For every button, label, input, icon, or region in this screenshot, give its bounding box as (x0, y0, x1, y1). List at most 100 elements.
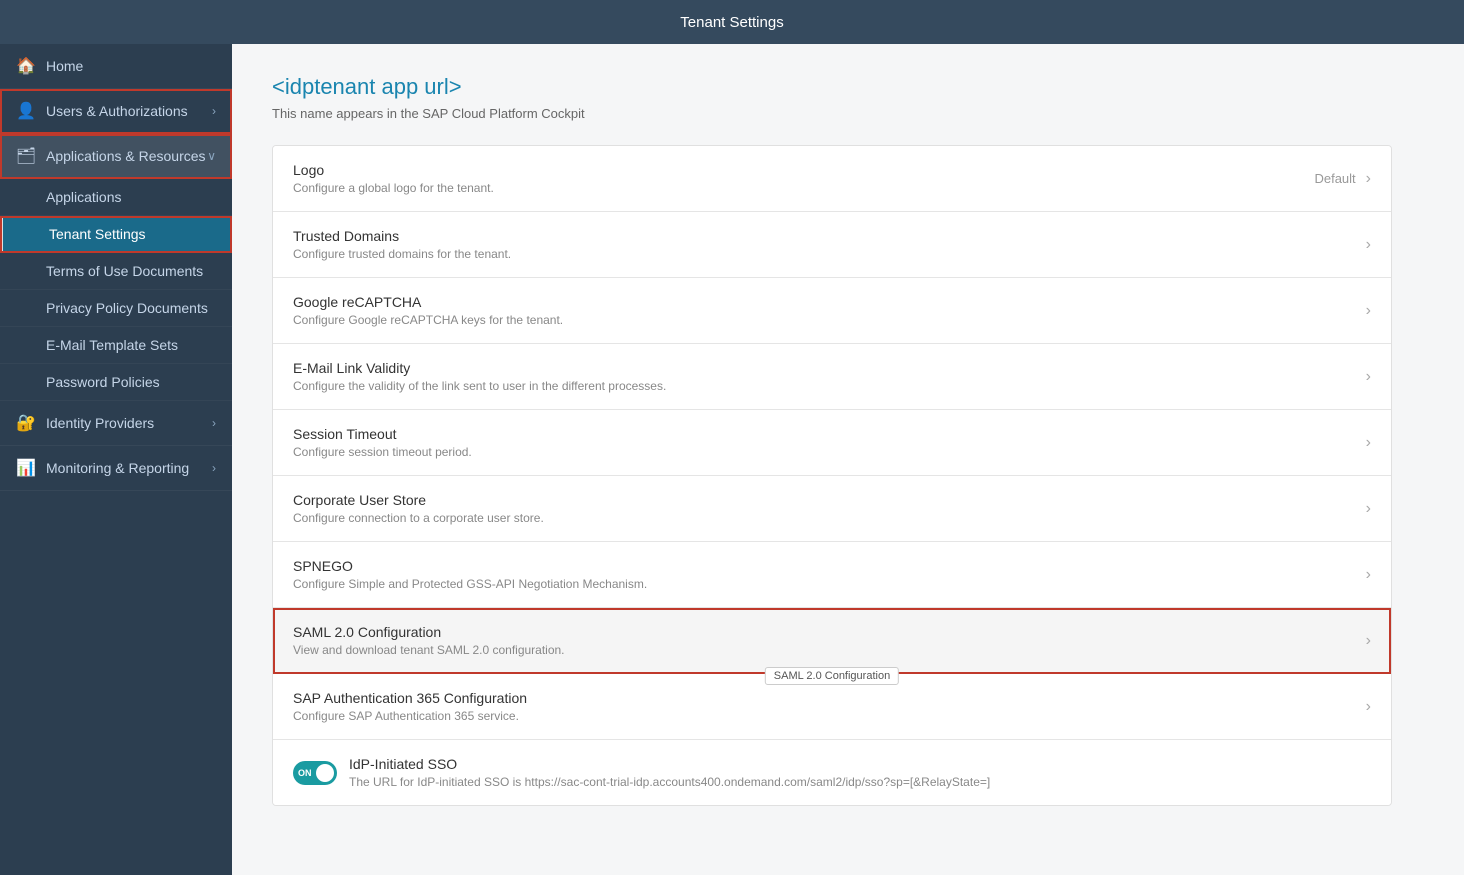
settings-row-spnego-desc: Configure Simple and Protected GSS-API N… (293, 577, 1366, 591)
sidebar-identity-label: Identity Providers (46, 415, 154, 431)
settings-row-session-content: Session Timeout Configure session timeou… (293, 426, 1366, 459)
main-layout: 🏠 Home 👤 Users & Authorizations › 🗂 Appl… (0, 44, 1464, 875)
chevron-right-icon-2: › (212, 416, 216, 430)
chevron-down-icon: ∨ (207, 149, 216, 163)
sidebar-subitem-terms-label: Terms of Use Documents (46, 263, 203, 279)
toggle-knob (316, 764, 334, 782)
settings-row-corporate-content: Corporate User Store Configure connectio… (293, 492, 1366, 525)
sidebar-subitem-privacy-policy[interactable]: Privacy Policy Documents (0, 290, 232, 327)
settings-row-trusted-right: › (1366, 236, 1371, 254)
settings-row-recaptcha-desc: Configure Google reCAPTCHA keys for the … (293, 313, 1366, 327)
toggle-row-idp-sso: ON IdP-Initiated SSO The URL for IdP-ini… (273, 740, 1391, 805)
page-subtitle: This name appears in the SAP Cloud Platf… (272, 106, 1392, 121)
chevron-right-icon: › (212, 104, 216, 118)
chevron-right-spnego: › (1366, 566, 1371, 584)
chevron-right-saml: › (1366, 632, 1371, 650)
settings-row-recaptcha[interactable]: Google reCAPTCHA Configure Google reCAPT… (273, 278, 1391, 344)
idp-sso-toggle[interactable]: ON (293, 761, 337, 785)
settings-row-spnego[interactable]: SPNEGO Configure Simple and Protected GS… (273, 542, 1391, 608)
sidebar-subitem-password-policies[interactable]: Password Policies (0, 364, 232, 401)
chevron-right-icon-3: › (212, 461, 216, 475)
sidebar-users-label: Users & Authorizations (46, 103, 188, 119)
sidebar-subitem-email-template[interactable]: E-Mail Template Sets (0, 327, 232, 364)
chevron-right-recaptcha: › (1366, 302, 1371, 320)
top-header: Tenant Settings (0, 0, 1464, 44)
settings-row-email-desc: Configure the validity of the link sent … (293, 379, 1366, 393)
settings-row-saml-desc: View and download tenant SAML 2.0 config… (293, 643, 1366, 657)
settings-row-corporate-desc: Configure connection to a corporate user… (293, 511, 1366, 525)
chevron-right-logo: › (1366, 170, 1371, 188)
sidebar-item-users-authorizations[interactable]: 👤 Users & Authorizations › (0, 89, 232, 134)
toggle-idp-title: IdP-Initiated SSO (349, 756, 1371, 772)
sidebar-subitem-tenant-settings[interactable]: Tenant Settings (0, 216, 232, 253)
sidebar-subitem-applications[interactable]: Applications (0, 179, 232, 216)
apps-icon: 🗂 (16, 146, 36, 166)
settings-row-session-right: › (1366, 434, 1371, 452)
settings-row-logo[interactable]: Logo Configure a global logo for the ten… (273, 146, 1391, 212)
sidebar-subitem-email-label: E-Mail Template Sets (46, 337, 178, 353)
monitoring-icon: 📊 (16, 458, 36, 478)
settings-row-spnego-content: SPNEGO Configure Simple and Protected GS… (293, 558, 1366, 591)
settings-row-logo-content: Logo Configure a global logo for the ten… (293, 162, 1314, 195)
logo-default-label: Default (1314, 171, 1355, 186)
settings-row-logo-title: Logo (293, 162, 1314, 178)
users-icon: 👤 (16, 101, 36, 121)
settings-row-spnego-right: › (1366, 566, 1371, 584)
identity-icon: 🔐 (16, 413, 36, 433)
settings-list: Logo Configure a global logo for the ten… (272, 145, 1392, 806)
settings-row-trusted-domains[interactable]: Trusted Domains Configure trusted domain… (273, 212, 1391, 278)
sidebar-subitem-terms-of-use[interactable]: Terms of Use Documents (0, 253, 232, 290)
chevron-right-session: › (1366, 434, 1371, 452)
chevron-right-corporate: › (1366, 500, 1371, 518)
settings-row-corporate-right: › (1366, 500, 1371, 518)
settings-row-recaptcha-right: › (1366, 302, 1371, 320)
settings-row-session-title: Session Timeout (293, 426, 1366, 442)
settings-row-corporate-title: Corporate User Store (293, 492, 1366, 508)
settings-row-logo-right: Default › (1314, 170, 1371, 188)
sidebar-subitem-tenant-settings-label: Tenant Settings (49, 226, 146, 242)
toggle-idp-content: IdP-Initiated SSO The URL for IdP-initia… (349, 756, 1371, 789)
settings-row-sap-auth-content: SAP Authentication 365 Configuration Con… (293, 690, 1366, 723)
settings-row-trusted-content: Trusted Domains Configure trusted domain… (293, 228, 1366, 261)
sidebar-item-applications-resources[interactable]: 🗂 Applications & Resources ∨ (0, 134, 232, 179)
sidebar-subitem-applications-label: Applications (46, 189, 122, 205)
header-title: Tenant Settings (680, 14, 783, 31)
settings-row-session-timeout[interactable]: Session Timeout Configure session timeou… (273, 410, 1391, 476)
settings-row-corporate-user[interactable]: Corporate User Store Configure connectio… (273, 476, 1391, 542)
settings-row-trusted-desc: Configure trusted domains for the tenant… (293, 247, 1366, 261)
chevron-right-email: › (1366, 368, 1371, 386)
sidebar-item-home[interactable]: 🏠 Home (0, 44, 232, 89)
sidebar-home-label: Home (46, 58, 83, 74)
settings-row-sap-auth-desc: Configure SAP Authentication 365 service… (293, 709, 1366, 723)
settings-row-recaptcha-content: Google reCAPTCHA Configure Google reCAPT… (293, 294, 1366, 327)
saml-tooltip-badge: SAML 2.0 Configuration (765, 667, 899, 685)
sidebar-item-identity-providers[interactable]: 🔐 Identity Providers › (0, 401, 232, 446)
page-title: <idptenant app url> (272, 74, 1392, 100)
settings-row-saml-title: SAML 2.0 Configuration (293, 624, 1366, 640)
settings-row-email-title: E-Mail Link Validity (293, 360, 1366, 376)
home-icon: 🏠 (16, 56, 36, 76)
settings-row-spnego-title: SPNEGO (293, 558, 1366, 574)
settings-row-saml-right: › (1366, 632, 1371, 650)
settings-row-email-right: › (1366, 368, 1371, 386)
sidebar-subitem-password-label: Password Policies (46, 374, 160, 390)
sidebar-subitem-privacy-label: Privacy Policy Documents (46, 300, 208, 316)
sidebar-apps-label: Applications & Resources (46, 148, 206, 164)
toggle-idp-desc: The URL for IdP-initiated SSO is https:/… (349, 775, 1371, 789)
settings-row-email-content: E-Mail Link Validity Configure the valid… (293, 360, 1366, 393)
sidebar: 🏠 Home 👤 Users & Authorizations › 🗂 Appl… (0, 44, 232, 875)
sidebar-monitoring-label: Monitoring & Reporting (46, 460, 189, 476)
chevron-right-trusted: › (1366, 236, 1371, 254)
toggle-on-label: ON (298, 768, 312, 778)
sidebar-item-monitoring[interactable]: 📊 Monitoring & Reporting › (0, 446, 232, 491)
content-inner: <idptenant app url> This name appears in… (232, 44, 1432, 836)
settings-row-saml[interactable]: SAML 2.0 Configuration View and download… (273, 608, 1391, 674)
settings-row-sap-auth-title: SAP Authentication 365 Configuration (293, 690, 1366, 706)
settings-row-session-desc: Configure session timeout period. (293, 445, 1366, 459)
settings-row-logo-desc: Configure a global logo for the tenant. (293, 181, 1314, 195)
settings-row-email-validity[interactable]: E-Mail Link Validity Configure the valid… (273, 344, 1391, 410)
settings-row-sap-auth-right: › (1366, 698, 1371, 716)
content-area: <idptenant app url> This name appears in… (232, 44, 1464, 875)
settings-row-saml-content: SAML 2.0 Configuration View and download… (293, 624, 1366, 657)
settings-row-trusted-title: Trusted Domains (293, 228, 1366, 244)
